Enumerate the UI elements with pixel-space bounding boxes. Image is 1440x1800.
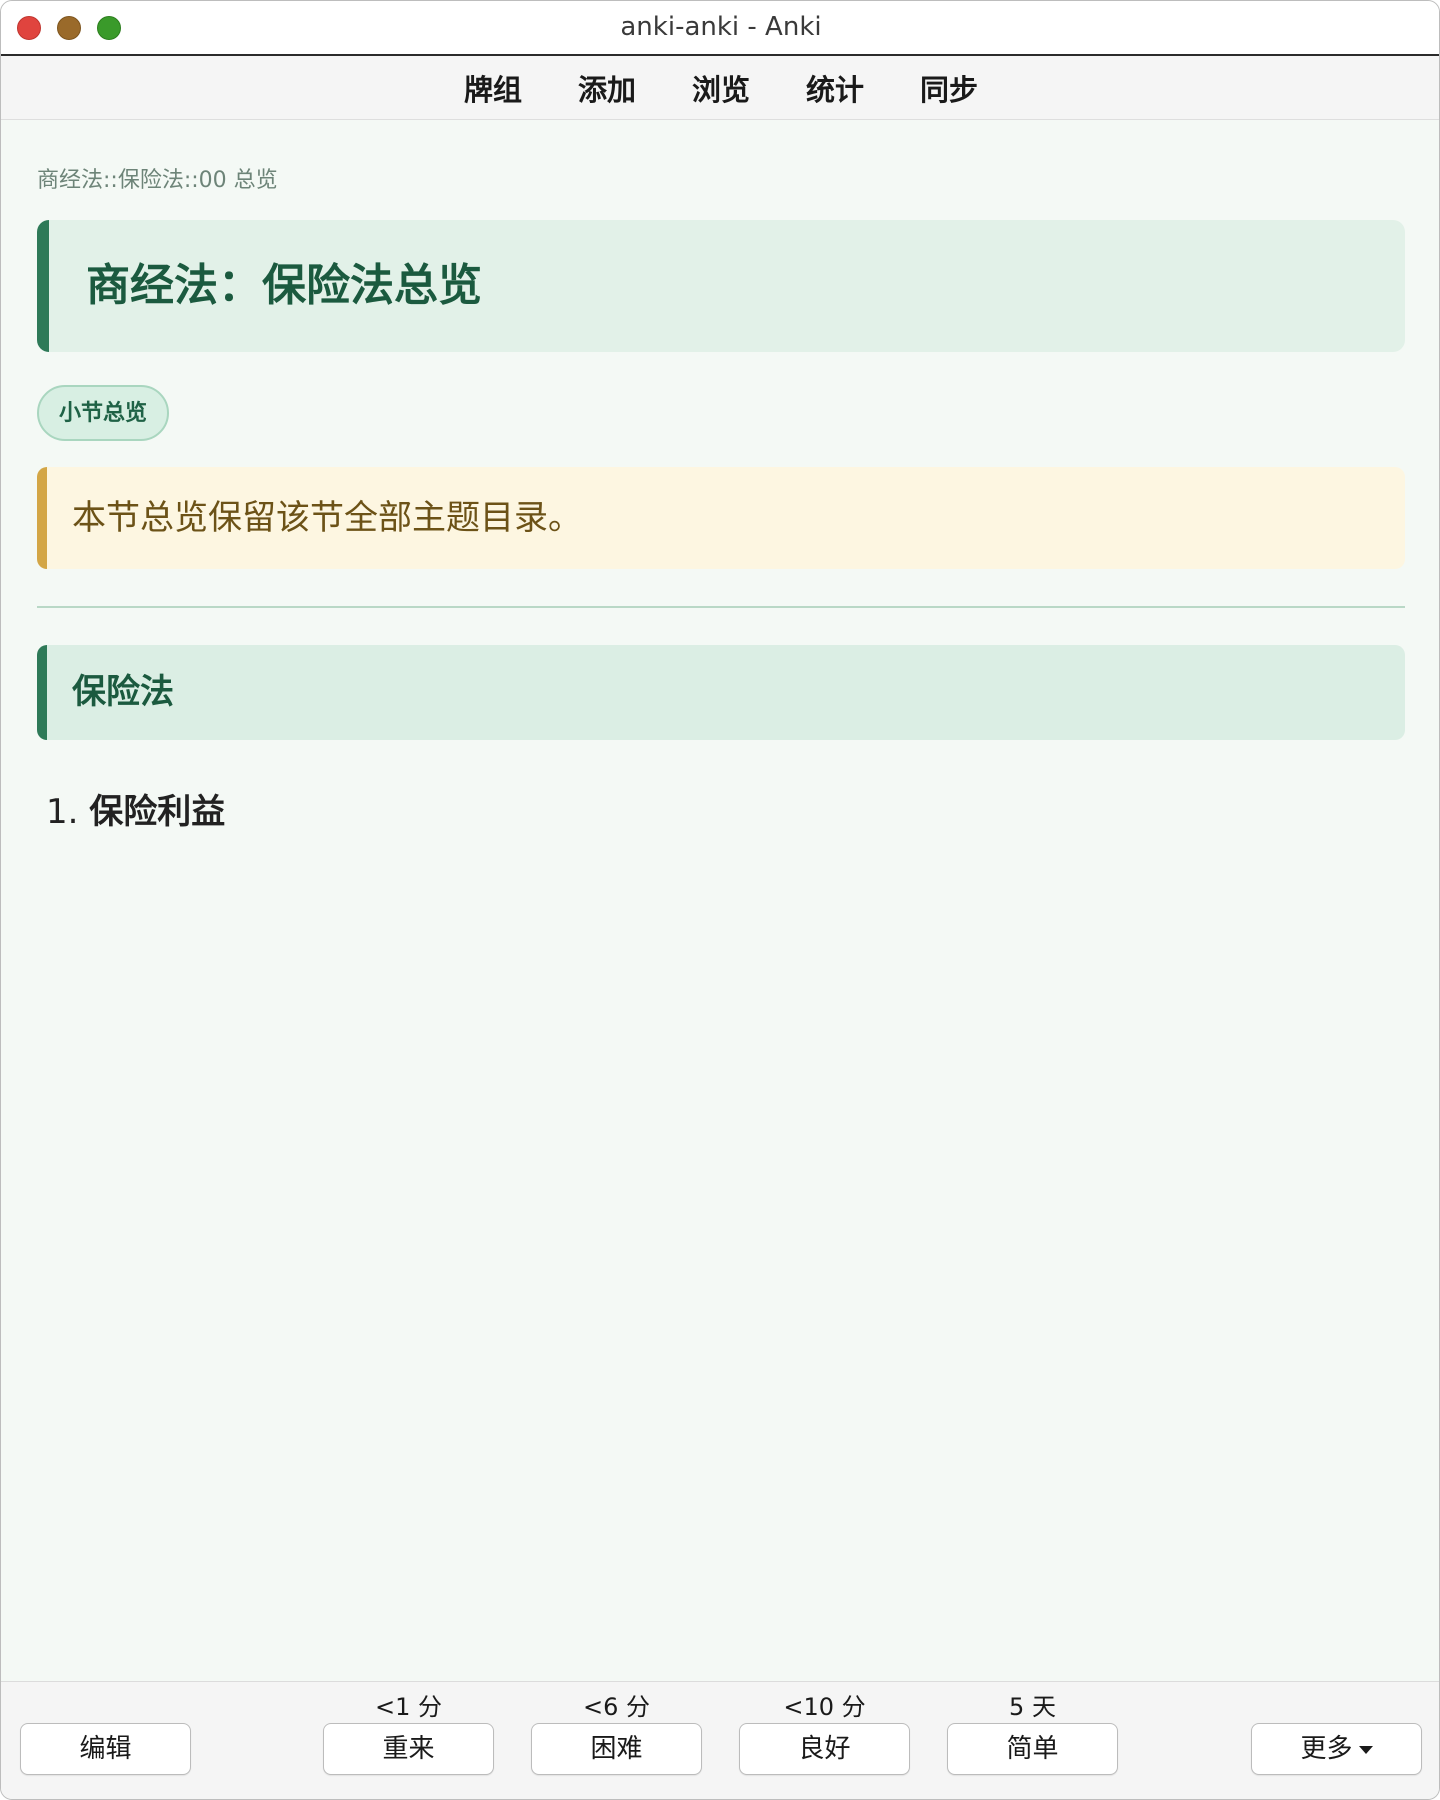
toolbar-browse[interactable]: 浏览: [664, 67, 778, 109]
list-item: 1. 保险利益: [46, 784, 225, 833]
edit-button[interactable]: 编辑: [20, 1723, 191, 1775]
anki-window: anki-anki - Anki 牌组 添加 浏览 统计 同步 商经法::保险法…: [0, 0, 1440, 1800]
note-callout: 本节总览保留该节全部主题目录。: [37, 467, 1405, 569]
toolbar-add[interactable]: 添加: [550, 67, 664, 109]
again-interval: <1 分: [374, 1693, 442, 1721]
note-text: 本节总览保留该节全部主题目录。: [72, 498, 582, 538]
toolbar-decks[interactable]: 牌组: [436, 67, 550, 109]
section-heading-box: 保险法: [37, 645, 1405, 740]
toolbar-stats[interactable]: 统计: [778, 67, 892, 109]
list-item-number: 1.: [46, 792, 79, 832]
section-heading: 保险法: [72, 672, 174, 712]
easy-button[interactable]: 简单: [947, 1723, 1118, 1775]
more-label: 更多: [1300, 1734, 1353, 1764]
more-button[interactable]: 更多: [1251, 1723, 1422, 1775]
review-bottom-bar: 编辑 <1 分 重来 <6 分 困难 <10 分 良好 5 天 简单 更多: [1, 1681, 1439, 1799]
window-title: anki-anki - Anki: [620, 12, 822, 42]
good-interval: <10 分: [783, 1693, 866, 1721]
title-bar: anki-anki - Anki: [1, 1, 1439, 56]
content-divider: [37, 606, 1405, 608]
list-item-text: 保险利益: [89, 792, 226, 832]
card-title-box: 商经法：保险法总览: [37, 220, 1405, 352]
caret-down-icon: [1358, 1745, 1373, 1754]
toolbar-sync[interactable]: 同步: [892, 67, 1006, 109]
section-tag-badge: 小节总览: [37, 385, 170, 441]
hard-button[interactable]: 困难: [531, 1723, 702, 1775]
again-button[interactable]: 重来: [323, 1723, 494, 1775]
easy-interval: 5 天: [1009, 1693, 1056, 1721]
main-toolbar: 牌组 添加 浏览 统计 同步: [1, 56, 1439, 120]
good-button[interactable]: 良好: [739, 1723, 910, 1775]
card-title: 商经法：保险法总览: [86, 260, 482, 311]
hard-interval: <6 分: [582, 1693, 650, 1721]
deck-breadcrumb: 商经法::保险法::00 总览: [37, 168, 278, 193]
